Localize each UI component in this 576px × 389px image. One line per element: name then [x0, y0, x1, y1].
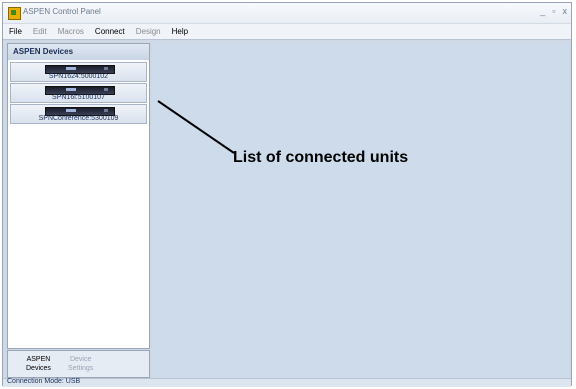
status-bar: Connection Mode: USB — [3, 378, 571, 387]
annotation-label: List of connected units — [233, 149, 409, 166]
tab-device-settings[interactable]: Device Settings — [68, 355, 93, 373]
device-label: SPN16i:5100107 — [52, 94, 105, 101]
window-controls: _ ▫ x — [540, 6, 567, 16]
minimize-button[interactable]: _ — [540, 6, 545, 16]
panel-header: ASPEN Devices — [8, 44, 149, 60]
aspen-app-icon — [8, 7, 21, 20]
menu-file[interactable]: File — [9, 27, 22, 36]
tab-aspen-devices[interactable]: ASPEN Devices — [26, 355, 51, 373]
menu-macros[interactable]: Macros — [58, 27, 84, 36]
connection-mode-status: Connection Mode: USB — [7, 378, 81, 385]
title-bar: ASPEN Control Panel _ ▫ x — [3, 3, 571, 24]
menu-help[interactable]: Help — [172, 27, 188, 36]
menu-bar: File Edit Macros Connect Design Help — [3, 24, 571, 40]
menu-edit[interactable]: Edit — [33, 27, 47, 36]
annotation-arrow-line — [157, 100, 235, 154]
panel-tab-strip: ASPEN Devices Device Settings — [7, 350, 150, 378]
close-button[interactable]: x — [563, 6, 568, 16]
app-window: ASPEN Control Panel _ ▫ x File Edit Macr… — [2, 2, 572, 387]
tab-label-line1: Device — [69, 356, 92, 363]
tab-label-line2: Devices — [26, 365, 51, 372]
window-title: ASPEN Control Panel — [23, 7, 101, 16]
device-item[interactable]: SPN1624:5000102 — [10, 62, 147, 82]
main-workspace — [152, 43, 569, 378]
tab-label-line1: ASPEN — [26, 356, 51, 363]
device-item[interactable]: SPNConference:5300109 — [10, 104, 147, 124]
device-item[interactable]: SPN16i:5100107 — [10, 83, 147, 103]
device-label: SPN1624:5000102 — [48, 73, 109, 80]
maximize-button[interactable]: ▫ — [552, 6, 555, 16]
tab-label-line2: Settings — [68, 365, 94, 372]
aspen-devices-panel: ASPEN Devices SPN1624:5000102 SPN16i:510… — [7, 43, 150, 349]
device-label: SPNConference:5300109 — [38, 115, 119, 122]
device-list: SPN1624:5000102 SPN16i:5100107 SPNConfer… — [10, 62, 147, 125]
menu-design[interactable]: Design — [136, 27, 161, 36]
menu-connect[interactable]: Connect — [95, 27, 125, 36]
